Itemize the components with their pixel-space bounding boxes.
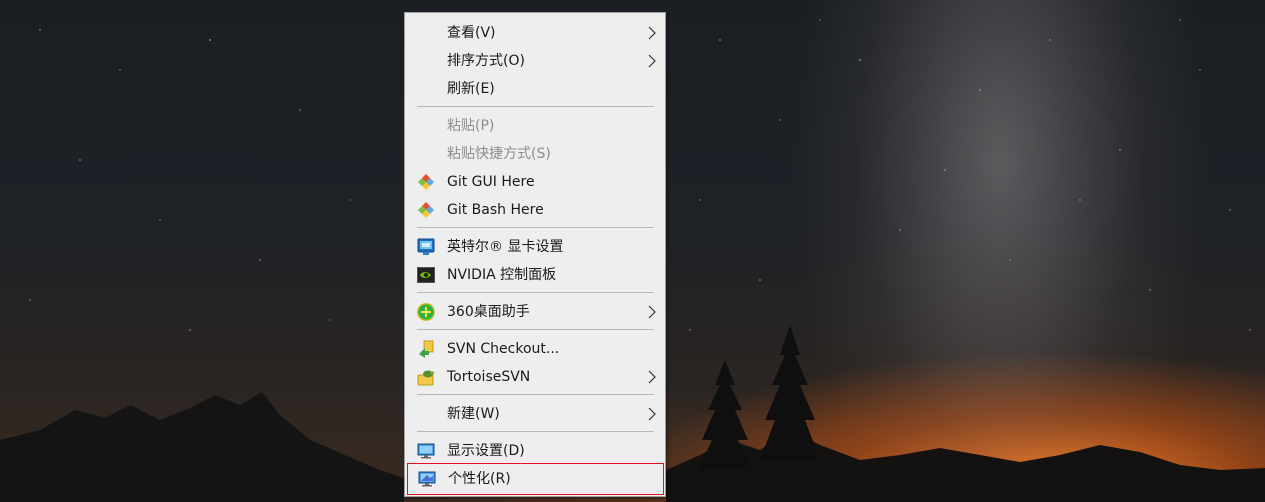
menu-item-tortoisesvn[interactable]: TortoiseSVN: [407, 363, 663, 391]
desktop-context-menu: 查看(V) 排序方式(O) 刷新(E) 粘贴(P) 粘贴快捷方式(S) Git …: [404, 12, 666, 497]
menu-item-sort-by[interactable]: 排序方式(O): [407, 47, 663, 75]
menu-item-label: 刷新(E): [447, 81, 495, 97]
menu-item-label: 新建(W): [447, 406, 500, 422]
menu-item-360-desktop-assistant[interactable]: 360桌面助手: [407, 298, 663, 326]
git-icon: [418, 174, 434, 190]
menu-item-label: 显示设置(D): [447, 443, 525, 459]
menu-item-label: SVN Checkout...: [447, 341, 560, 357]
menu-item-label: NVIDIA 控制面板: [447, 267, 557, 283]
menu-item-git-gui-here[interactable]: Git GUI Here: [407, 168, 663, 196]
menu-item-nvidia-control-panel[interactable]: NVIDIA 控制面板: [407, 261, 663, 289]
menu-separator: [417, 394, 654, 395]
chevron-right-icon: [648, 370, 656, 384]
menu-item-view[interactable]: 查看(V): [407, 19, 663, 47]
menu-item-label: 粘贴快捷方式(S): [447, 146, 551, 162]
menu-item-refresh[interactable]: 刷新(E): [407, 75, 663, 103]
menu-item-label: 粘贴(P): [447, 118, 495, 134]
menu-item-paste-shortcut[interactable]: 粘贴快捷方式(S): [407, 140, 663, 168]
menu-item-paste[interactable]: 粘贴(P): [407, 112, 663, 140]
menu-separator: [417, 292, 654, 293]
menu-item-label: Git GUI Here: [447, 174, 535, 190]
nvidia-icon: [417, 267, 435, 283]
svn-checkout-icon: [419, 340, 434, 358]
menu-item-label: TortoiseSVN: [447, 369, 531, 385]
menu-item-intel-graphics-settings[interactable]: 英特尔® 显卡设置: [407, 233, 663, 261]
display-settings-icon: [417, 443, 435, 459]
chevron-right-icon: [648, 305, 656, 319]
menu-item-svn-checkout[interactable]: SVN Checkout...: [407, 335, 663, 363]
menu-item-label: 个性化(R): [448, 471, 511, 487]
menu-separator: [417, 106, 654, 107]
chevron-right-icon: [648, 407, 656, 421]
menu-item-label: 360桌面助手: [447, 304, 530, 320]
git-icon: [418, 202, 434, 218]
menu-item-label: 英特尔® 显卡设置: [447, 239, 564, 255]
chevron-right-icon: [648, 26, 656, 40]
menu-item-label: Git Bash Here: [447, 202, 544, 218]
chevron-right-icon: [648, 54, 656, 68]
menu-separator: [417, 329, 654, 330]
menu-item-new[interactable]: 新建(W): [407, 400, 663, 428]
tortoisesvn-icon: [417, 370, 435, 386]
menu-item-display-settings[interactable]: 显示设置(D): [407, 437, 663, 465]
intel-graphics-icon: [417, 238, 435, 255]
360-desktop-icon: [417, 303, 435, 321]
menu-item-label: 查看(V): [447, 25, 496, 41]
menu-separator: [417, 227, 654, 228]
menu-item-label: 排序方式(O): [447, 53, 525, 69]
personalize-icon: [418, 471, 436, 487]
menu-item-personalize[interactable]: 个性化(R): [407, 463, 664, 495]
menu-separator: [417, 431, 654, 432]
menu-item-git-bash-here[interactable]: Git Bash Here: [407, 196, 663, 224]
